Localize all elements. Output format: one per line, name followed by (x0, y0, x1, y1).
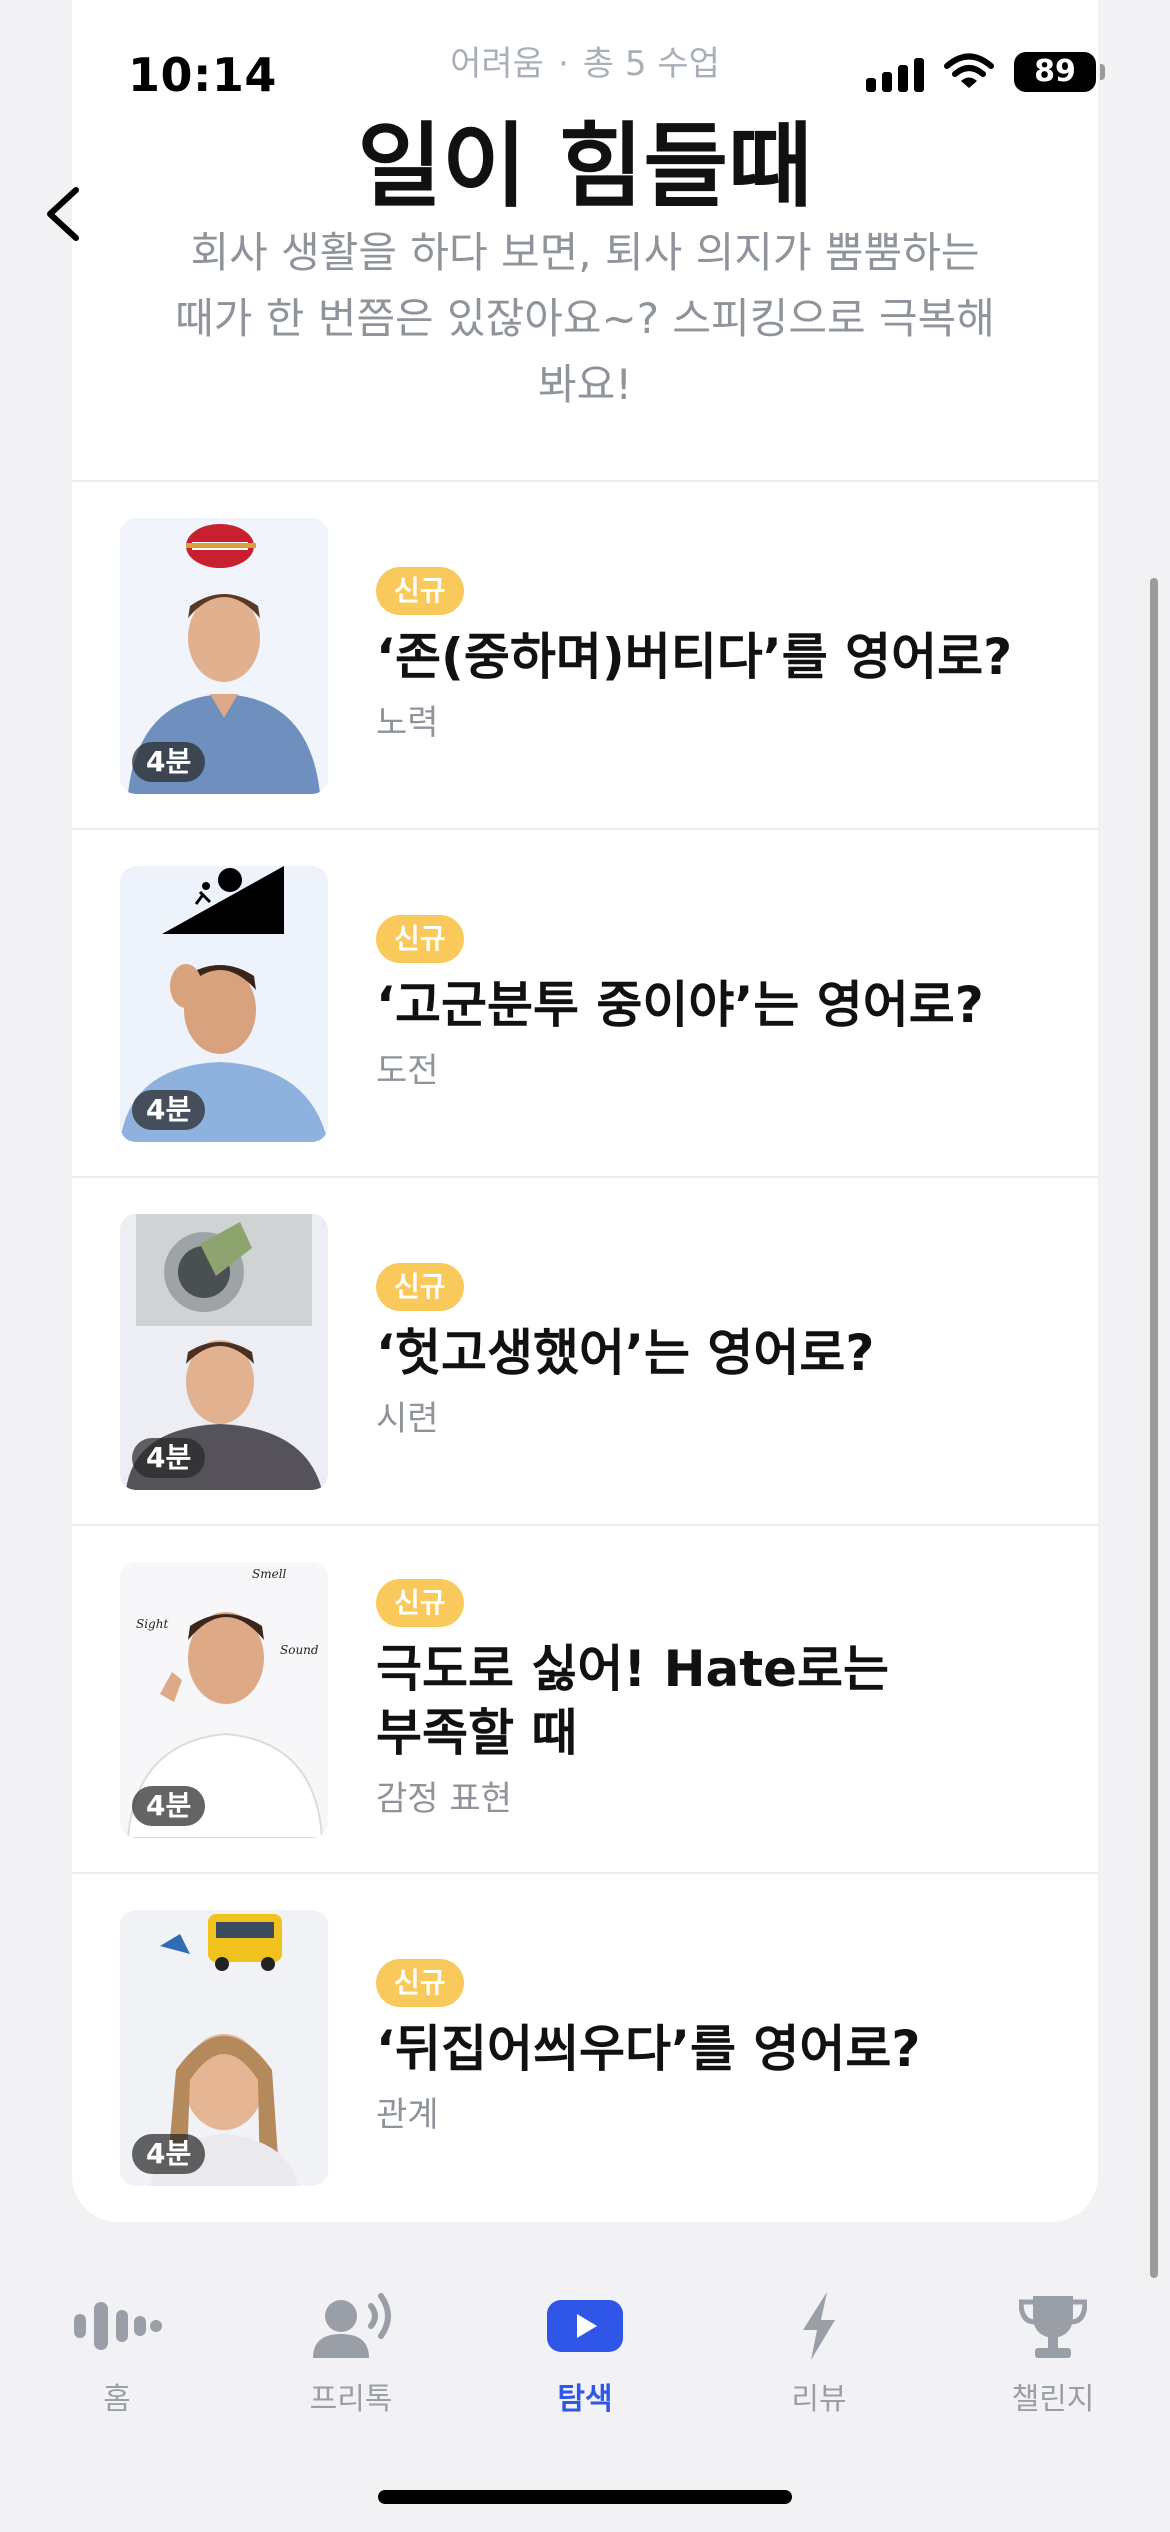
lesson-thumbnail: Sight Smell Sound 4분 (120, 1562, 328, 1838)
thumb-caption-sound: Sound (280, 1643, 319, 1657)
lesson-item[interactable]: 4분 신규 ‘뒤집어씌우다’를 영어로? 관계 (72, 1872, 1098, 2220)
wifi-icon (944, 53, 994, 88)
new-badge: 신규 (376, 1262, 464, 1311)
lesson-thumbnail: 4분 (120, 1214, 328, 1490)
screen: 어려움 · 총 5 수업 일이 힘들때 회사 생활을 하다 보면, 퇴사 의지가 뿜… (0, 0, 1170, 2532)
lesson-category: 시련 (376, 1398, 439, 1439)
tab-label: 탐색 (557, 2382, 613, 2417)
meta-separator: · (557, 44, 569, 84)
lesson-info: 신규 ‘뒤집어씌우다’를 영어로? 관계 (376, 1874, 1078, 2220)
page-title: 일이 힘들때 (357, 113, 813, 220)
tab-home[interactable]: 홈 (0, 2288, 234, 2428)
page-description: 회사 생활을 하다 보면, 퇴사 의지가 뿜뿜하는 때가 한 번쯤은 있잖아요~… (175, 228, 995, 409)
lesson-thumbnail: 4분 (120, 518, 328, 794)
tab-label: 프리톡 (309, 2382, 393, 2417)
duration-badge: 4분 (132, 742, 206, 782)
lesson-count: 총 5 수업 (582, 44, 720, 84)
lightning-icon (799, 2288, 839, 2364)
play-icon (547, 2288, 623, 2364)
duration-badge: 4분 (132, 2134, 206, 2174)
new-badge: 신규 (376, 1958, 464, 2007)
scrollbar[interactable] (1150, 578, 1158, 2278)
lesson-category: 감정 표현 (376, 1778, 512, 1819)
lesson-info: 신규 ‘존(중하며)버티다’를 영어로? 노력 (376, 482, 1078, 828)
lesson-title: ‘존(중하며)버티다’를 영어로? (376, 627, 1013, 686)
battery-icon: 89 (1014, 52, 1105, 92)
duration-badge: 4분 (132, 1786, 206, 1826)
new-badge: 신규 (376, 914, 464, 963)
tab-label: 챌린지 (1011, 2382, 1095, 2417)
lesson-category: 도전 (376, 1050, 439, 1091)
home-indicator[interactable] (378, 2490, 792, 2504)
lesson-item[interactable]: 4분 신규 ‘헛고생했어’는 영어로? 시련 (72, 1176, 1098, 1524)
tab-label: 리뷰 (791, 2382, 847, 2417)
tab-label: 홈 (103, 2382, 131, 2417)
tab-freetalk[interactable]: 프리톡 (234, 2288, 468, 2428)
cellular-signal-icon (866, 52, 924, 92)
lesson-thumbnail: 4분 (120, 1910, 328, 2186)
difficulty-label: 어려움 (450, 44, 544, 84)
lesson-item[interactable]: Sight Smell Sound 4분 신규 극도로 싫어! Hate로는 부… (72, 1524, 1098, 1872)
lesson-item[interactable]: 4분 신규 ‘고군분투 중이야’는 영어로? 도전 (72, 828, 1098, 1176)
status-time: 10:14 (128, 48, 277, 102)
back-button[interactable] (36, 182, 92, 246)
lesson-category: 관계 (376, 2094, 439, 2135)
lesson-item[interactable]: 4분 신규 ‘존(중하며)버티다’를 영어로? 노력 (72, 480, 1098, 828)
lesson-thumbnail: 4분 (120, 866, 328, 1142)
thumb-caption-sight: Sight (136, 1617, 168, 1631)
tab-challenge[interactable]: 챌린지 (936, 2288, 1170, 2428)
lesson-title: ‘헛고생했어’는 영어로? (376, 1323, 875, 1382)
new-badge: 신규 (376, 1578, 464, 1627)
lesson-info: 신규 ‘헛고생했어’는 영어로? 시련 (376, 1178, 1078, 1524)
lesson-title: ‘뒤집어씌우다’를 영어로? (376, 2019, 921, 2078)
duration-badge: 4분 (132, 1438, 206, 1478)
thumb-caption-smell: Smell (252, 1567, 287, 1581)
trophy-icon (1019, 2288, 1087, 2364)
new-badge: 신규 (376, 566, 464, 615)
lesson-info: 신규 극도로 싫어! Hate로는 부족할 때 감정 표현 (376, 1526, 1078, 1872)
tab-explore[interactable]: 탐색 (468, 2288, 702, 2428)
lesson-title: ‘고군분투 중이야’는 영어로? (376, 975, 984, 1034)
lesson-list: 4분 신규 ‘존(중하며)버티다’를 영어로? 노력 4분 신규 ‘고군분투 중… (72, 480, 1098, 2220)
voice-wave-icon (72, 2288, 162, 2364)
tab-bar: 홈 프리톡 탐색 리뷰 챌린지 (0, 2288, 1170, 2428)
lesson-info: 신규 ‘고군분투 중이야’는 영어로? 도전 (376, 830, 1078, 1176)
person-speaking-icon (309, 2288, 393, 2364)
chevron-left-icon (47, 187, 79, 241)
tab-review[interactable]: 리뷰 (702, 2288, 936, 2428)
status-icons: 89 (866, 52, 1105, 92)
duration-badge: 4분 (132, 1090, 206, 1130)
lesson-category: 노력 (376, 702, 439, 743)
lesson-title: 극도로 싫어! Hate로는 부족할 때 (376, 1639, 890, 1762)
